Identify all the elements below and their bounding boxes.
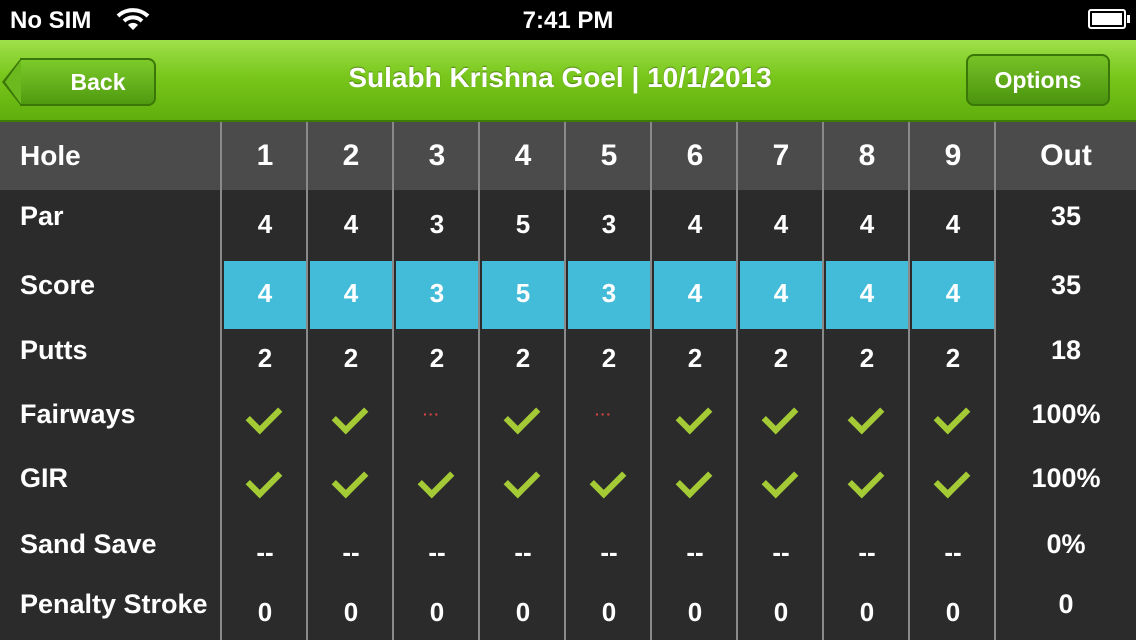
checkmark-icon (245, 461, 283, 499)
scorecard-grid: Hole 1 2 3 4 5 6 7 8 9 Out Par 4 4 3 5 3 4 4 4 4 35 Score 4 4 3 5 3… (0, 122, 1136, 640)
checkmark-icon (503, 397, 541, 435)
par-value: 3 (601, 209, 617, 239)
putts-value: 2 (601, 343, 617, 373)
battery-icon (1088, 9, 1130, 29)
par-value: 4 (343, 209, 359, 239)
putts-value: 2 (515, 343, 531, 373)
sand-save-value: -- (256, 537, 274, 567)
fairways-total: 100% (1031, 399, 1101, 429)
score-total: 35 (1050, 270, 1082, 300)
page-title: Sulabh Krishna Goel | 10/1/2013 (348, 62, 772, 93)
score-value: 4 (859, 278, 875, 308)
header-label: Hole (20, 140, 81, 171)
par-value: 4 (687, 209, 703, 239)
header-total: Out (1040, 139, 1092, 172)
putts-value: 2 (945, 343, 961, 373)
checkmark-icon (933, 461, 971, 499)
penalty-stroke-total: 0 (1058, 589, 1074, 619)
miss-dots-icon: ··· (423, 406, 440, 422)
checkmark-icon (503, 461, 541, 499)
score-value: 5 (515, 278, 531, 308)
penalty-stroke-value: 0 (859, 597, 875, 627)
score-value: 4 (257, 278, 273, 308)
checkmark-icon (761, 397, 799, 435)
score-value: 4 (687, 278, 703, 308)
sand-save-total: 0% (1046, 529, 1086, 559)
sand-save-value: -- (686, 537, 704, 567)
penalty-stroke-value: 0 (343, 597, 359, 627)
sand-save-value: -- (858, 537, 876, 567)
score-value: 3 (601, 278, 617, 308)
sand-save-value: -- (428, 537, 446, 567)
checkmark-icon (933, 397, 971, 435)
back-button[interactable]: Back (2, 58, 156, 106)
penalty-stroke-value: 0 (773, 597, 789, 627)
score-value: 4 (343, 278, 359, 308)
row-label-gir: GIR (20, 463, 69, 493)
options-button[interactable]: Options (966, 54, 1110, 106)
checkmark-icon (331, 397, 369, 435)
row-label-penalty-stroke: Penalty Stroke (20, 589, 208, 619)
penalty-stroke-value: 0 (515, 597, 531, 627)
checkmark-icon (847, 397, 885, 435)
par-value: 4 (945, 209, 961, 239)
clock: 7:41 PM (522, 7, 614, 34)
checkmark-icon (245, 397, 283, 435)
hole-number: 6 (686, 139, 704, 172)
par-value: 4 (773, 209, 789, 239)
hole-number: 4 (514, 139, 532, 172)
par-value: 5 (515, 209, 531, 239)
sand-save-value: -- (600, 537, 618, 567)
par-total: 35 (1050, 201, 1082, 231)
putts-value: 2 (773, 343, 789, 373)
score-value: 4 (773, 278, 789, 308)
checkmark-icon (417, 461, 455, 499)
row-label-sand-save: Sand Save (20, 529, 157, 559)
penalty-stroke-value: 0 (429, 597, 445, 627)
putts-total: 18 (1050, 335, 1082, 365)
hole-number: 5 (600, 139, 618, 172)
checkmark-icon (847, 461, 885, 499)
putts-value: 2 (859, 343, 875, 373)
nav-bar: Back Sulabh Krishna Goel | 10/1/2013 Opt… (0, 40, 1136, 122)
hole-number: 3 (428, 139, 446, 172)
sand-save-value: -- (772, 537, 790, 567)
par-value: 4 (859, 209, 875, 239)
row-label-score: Score (20, 270, 96, 300)
score-value: 3 (429, 278, 445, 308)
hole-number: 7 (772, 139, 790, 172)
row-label-fairways: Fairways (20, 399, 136, 429)
par-value: 3 (429, 209, 445, 239)
hole-number: 1 (256, 139, 274, 172)
miss-dots-icon: ··· (595, 406, 612, 422)
penalty-stroke-value: 0 (257, 597, 273, 627)
putts-value: 2 (687, 343, 703, 373)
hole-number: 8 (858, 139, 876, 172)
score-value: 4 (945, 278, 961, 308)
sand-save-value: -- (514, 537, 532, 567)
sand-save-value: -- (342, 537, 360, 567)
putts-value: 2 (429, 343, 445, 373)
checkmark-icon (675, 397, 713, 435)
status-bar: No SIM 7:41 PM (0, 0, 1136, 40)
checkmark-icon (589, 461, 627, 499)
penalty-stroke-value: 0 (601, 597, 617, 627)
hole-number: 2 (342, 139, 360, 172)
checkmark-icon (331, 461, 369, 499)
row-label-par: Par (20, 201, 64, 231)
par-value: 4 (257, 209, 273, 239)
sand-save-value: -- (944, 537, 962, 567)
checkmark-icon (675, 461, 713, 499)
checkmark-icon (761, 461, 799, 499)
back-button-label: Back (70, 69, 126, 95)
hole-number: 9 (944, 139, 962, 172)
row-label-putts: Putts (20, 335, 88, 365)
gir-total: 100% (1031, 463, 1101, 493)
penalty-stroke-value: 0 (945, 597, 961, 627)
penalty-stroke-value: 0 (687, 597, 703, 627)
putts-value: 2 (257, 343, 273, 373)
putts-value: 2 (343, 343, 359, 373)
